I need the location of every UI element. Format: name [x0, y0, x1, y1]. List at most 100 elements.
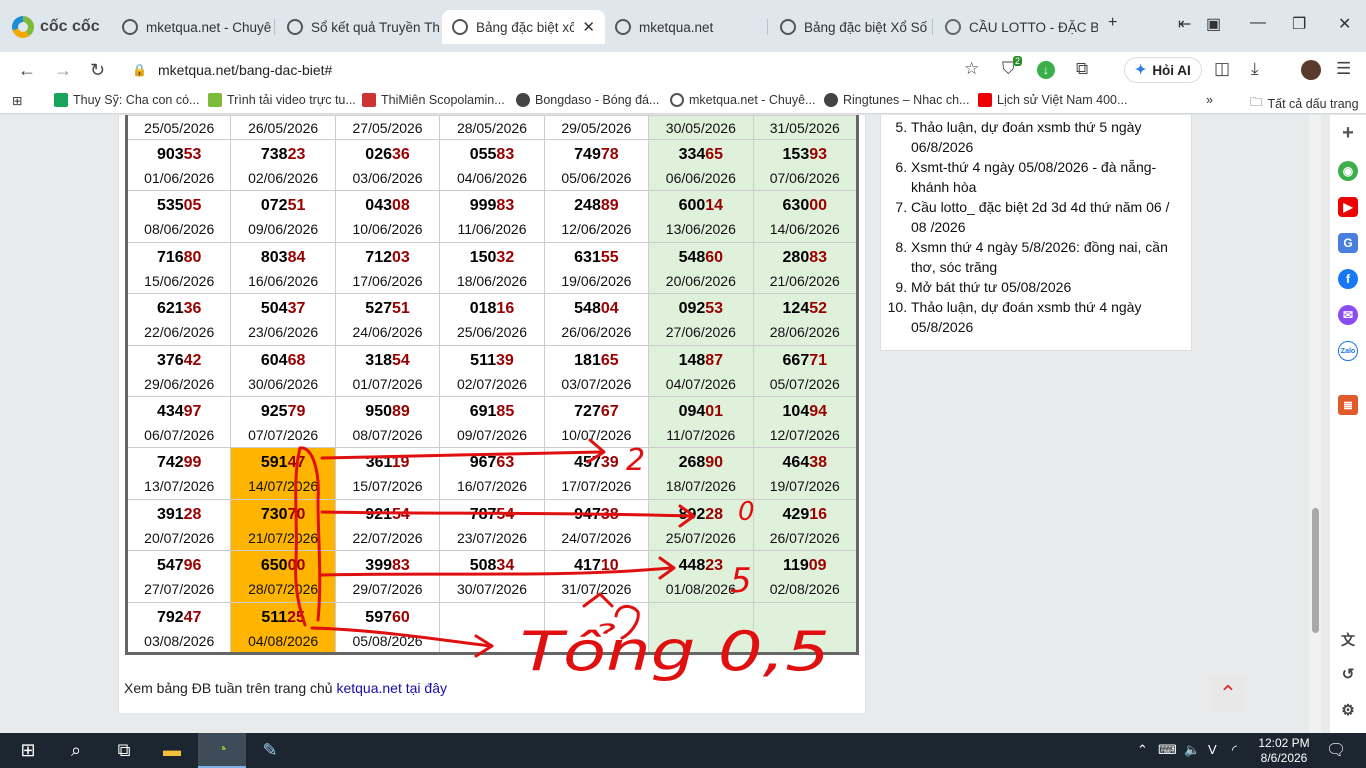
close-tab-icon[interactable]: ✕	[582, 18, 595, 36]
related-post-link[interactable]: Xsmn thứ 4 ngày 5/8/2026: đồng nai, cần …	[911, 237, 1181, 277]
settings-gear-icon[interactable]: ⚙	[1338, 701, 1358, 721]
messenger-icon[interactable]: ✉	[1338, 305, 1358, 325]
vietnamese-input-icon[interactable]: V	[1208, 742, 1217, 757]
bookmark-5[interactable]: mketqua.net - Chuyê...	[670, 93, 815, 107]
number-head: 072	[260, 197, 288, 215]
new-tab-button[interactable]: +	[1108, 14, 1117, 32]
scrollbar-thumb[interactable]	[1312, 508, 1319, 633]
profile-avatar[interactable]	[1301, 60, 1321, 80]
related-post-link[interactable]: Thảo luận, dự đoán xsmb thứ 4 ngày 05/8/…	[911, 297, 1181, 337]
facebook-icon[interactable]: f	[1338, 269, 1358, 289]
system-clock[interactable]: 12:02 PM 8/6/2026	[1254, 736, 1314, 766]
result-cell: 33465 06/06/2026	[648, 138, 754, 192]
homepage-link[interactable]: ketqua.net tại đây	[336, 680, 447, 696]
tab-6[interactable]: CẦU LOTTO - ĐẶC BI	[935, 10, 1098, 44]
menu-icon[interactable]: ☰	[1336, 59, 1351, 79]
add-sidebar-icon[interactable]: +	[1338, 123, 1358, 143]
related-post-link[interactable]: Xsmt-thứ 4 ngày 05/08/2026 - đà nẵng-khá…	[911, 157, 1181, 197]
tab-2[interactable]: Sổ kết quả Truyền Th	[277, 10, 440, 44]
result-cell: 96763 16/07/2026	[439, 447, 545, 500]
downloads-icon[interactable]: ⤓	[1251, 59, 1259, 79]
result-date: 12/07/2026	[769, 426, 840, 443]
tab-3-active[interactable]: Bảng đặc biệt xổ ✕	[442, 10, 605, 44]
sidebar-toggle-icon[interactable]: ◫	[1214, 59, 1230, 79]
number-tail: 60	[392, 608, 410, 626]
youtube-icon[interactable]: ▶	[1338, 197, 1358, 217]
download-extension-icon[interactable]: ↓	[1037, 61, 1055, 79]
all-bookmarks[interactable]: 🗀 Tất cả dấu trang	[1250, 93, 1359, 114]
translate-page-icon[interactable]: 文	[1338, 630, 1358, 650]
volume-icon[interactable]: 🔈	[1184, 742, 1200, 758]
apps-grid-icon[interactable]: ⊞	[12, 93, 22, 108]
result-date: 26/06/2026	[561, 324, 632, 341]
bookmark-6[interactable]: Ringtunes – Nhac ch...	[824, 93, 969, 107]
start-button[interactable]: ⊞	[4, 733, 52, 768]
paint-icon: ✎	[262, 740, 278, 760]
file-explorer-button[interactable]: ▬	[148, 733, 196, 768]
tab-4[interactable]: mketqua.net	[605, 10, 768, 44]
search-button[interactable]: ⌕	[52, 733, 100, 768]
url-text[interactable]: mketqua.net/bang-dac-biet#	[158, 62, 332, 78]
bookmark-4[interactable]: Bongdaso - Bóng đá...	[516, 93, 659, 107]
result-date: 20/06/2026	[665, 272, 736, 289]
related-post-link[interactable]: Thảo luận, dự đoán xsmb thứ 5 ngày 06/8/…	[911, 117, 1181, 157]
tab-5[interactable]: Bảng đặc biệt Xổ Số	[770, 10, 933, 44]
globe-icon	[824, 93, 838, 107]
ask-ai-button[interactable]: ✦ Hỏi AI	[1124, 57, 1202, 83]
close-window-button[interactable]: ✕	[1338, 14, 1351, 34]
number-head: 018	[469, 300, 497, 318]
bookmark-1[interactable]: Thuy Sỹ: Cha con có...	[54, 93, 199, 107]
paint-taskbar-button[interactable]: ✎	[246, 733, 294, 768]
coccoc-taskbar-button[interactable]: ◔	[198, 733, 246, 768]
number-tail: 89	[392, 402, 410, 420]
minimize-button[interactable]: —	[1250, 14, 1266, 32]
task-view-button[interactable]: ⧉	[100, 733, 148, 768]
number-tail: 54	[392, 505, 410, 523]
special-prize-number: 50437	[231, 300, 334, 324]
bookmark-star-icon[interactable]: ☆	[964, 59, 979, 79]
history-icon[interactable]: ↺	[1338, 665, 1358, 685]
result-date: 10/06/2026	[352, 221, 423, 238]
game-icon[interactable]: ◉	[1338, 161, 1358, 181]
bookmark-3[interactable]: ThiMiên Scopolamin...	[362, 93, 505, 107]
related-post-link[interactable]: Mở bát thứ tư 05/08/2026	[911, 277, 1181, 297]
page-viewport: 25/05/2026 26/05/2026 27/05/2026 28/05/2026…	[0, 115, 1330, 733]
scroll-to-top-button[interactable]: ⌃	[1210, 675, 1246, 711]
more-bookmarks-icon[interactable]: »	[1206, 93, 1213, 107]
tray-chevron-icon[interactable]: ⌃	[1137, 742, 1148, 758]
special-prize-number: 14887	[649, 352, 752, 376]
number-head: 792	[156, 608, 184, 626]
special-prize-number: 42916	[754, 506, 856, 530]
bookmark-2[interactable]: Trình tải video trực tu...	[208, 93, 356, 107]
translate-icon[interactable]: G	[1338, 233, 1358, 253]
notes-icon[interactable]: ≣	[1338, 395, 1358, 415]
special-prize-number: 51139	[440, 352, 543, 376]
result-date: 29/06/2026	[144, 375, 215, 392]
browser-brand[interactable]: cốc cốc	[12, 14, 100, 40]
result-date: 25/07/2026	[665, 529, 736, 546]
zalo-icon[interactable]: Zalo	[1338, 341, 1358, 361]
related-post-link[interactable]: Cầu lotto_ đặc biệt 2d 3d 4d thứ năm 06 …	[911, 197, 1181, 237]
scrollbar-track[interactable]	[1309, 115, 1321, 733]
result-cell: 09253 27/06/2026	[648, 293, 754, 346]
notification-icon[interactable]: 🗨	[1326, 740, 1346, 760]
maximize-button[interactable]: ❐	[1292, 14, 1306, 34]
coccoc-logo-icon	[12, 16, 34, 38]
reload-icon[interactable]: ↻	[90, 60, 105, 81]
screenshot-icon[interactable]: ▣	[1206, 14, 1221, 34]
bookmark-7[interactable]: Lịch sử Việt Nam 400...	[978, 93, 1127, 107]
address-bar[interactable]: 🔒 mketqua.net/bang-dac-biet#	[122, 56, 992, 84]
result-date: 14/06/2026	[769, 221, 840, 238]
extensions-icon[interactable]: ⧉	[1076, 59, 1088, 79]
back-icon[interactable]: ←	[18, 60, 36, 81]
tab-search-icon[interactable]: ⇤	[1178, 14, 1191, 34]
result-cell: 25/05/2026	[125, 115, 232, 140]
number-head: 280	[782, 248, 810, 266]
wifi-icon[interactable]: ◜	[1232, 742, 1237, 758]
tab-1[interactable]: mketqua.net - Chuyê	[112, 10, 275, 44]
number-tail: 54	[392, 351, 410, 369]
number-head: 417	[574, 557, 601, 575]
forward-icon[interactable]: →	[54, 60, 72, 81]
input-method-icon[interactable]: ⌨	[1158, 742, 1177, 758]
number-tail: 34	[496, 557, 515, 575]
